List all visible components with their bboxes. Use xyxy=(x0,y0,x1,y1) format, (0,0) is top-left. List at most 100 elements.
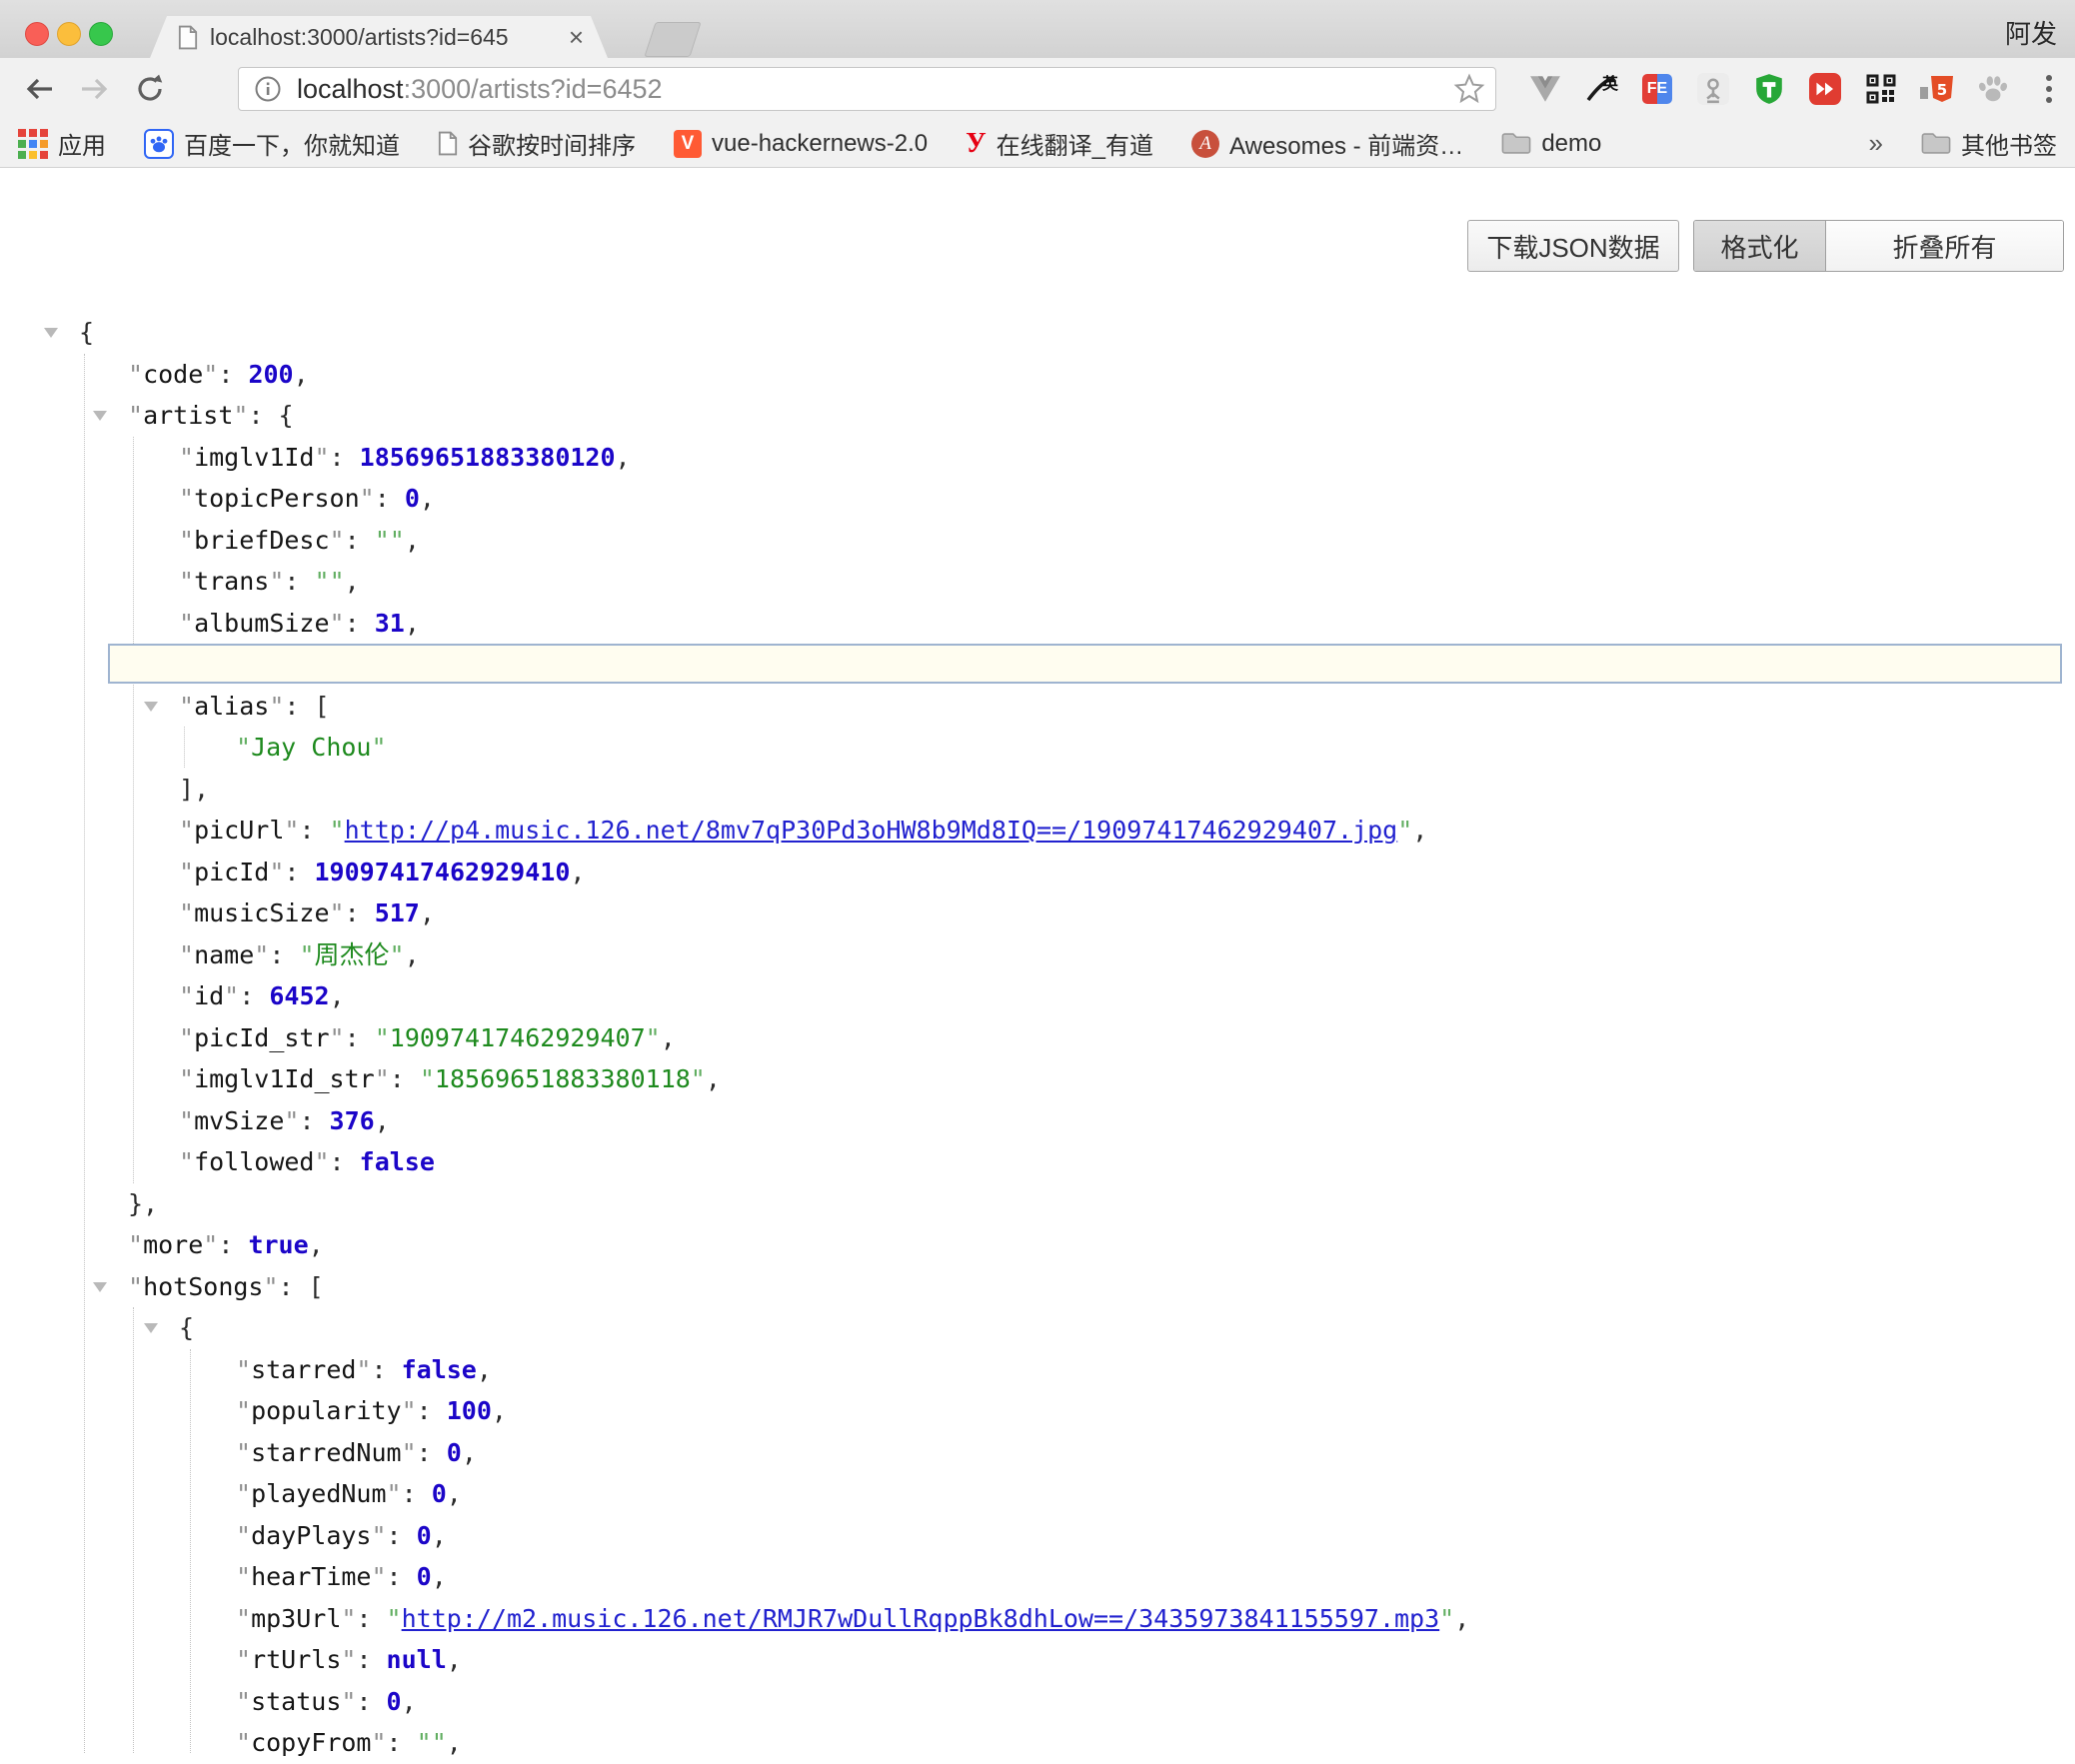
json-url-link[interactable]: http://m2.music.126.net/RMJR7wDullRqppBk… xyxy=(402,1604,1440,1633)
tab-close-icon[interactable]: × xyxy=(569,24,584,50)
browser-menu-icon xyxy=(2045,74,2053,104)
json-url-link[interactable]: http://p4.music.126.net/8mv7qP30Pd3oHW8b… xyxy=(345,816,1398,845)
json-line: "topicPerson": 0, xyxy=(0,478,2075,520)
json-line: "picId_str": "19097417462929407", xyxy=(0,1017,2075,1059)
extension-octotree[interactable] xyxy=(1693,69,1733,109)
format-button[interactable]: 格式化 xyxy=(1694,221,1825,271)
json-line: "albumSize": 31, xyxy=(0,603,2075,645)
back-button[interactable] xyxy=(16,58,64,120)
bookmark-label: 谷歌按时间排序 xyxy=(468,126,636,161)
collapse-triangle-icon[interactable] xyxy=(44,328,58,338)
fe-helper-icon: FE xyxy=(1642,74,1672,104)
apps-grid-icon xyxy=(18,129,48,159)
extension-qr-code[interactable] xyxy=(1861,69,1901,109)
extension-tampermonkey[interactable] xyxy=(1749,69,1789,109)
json-line: "picId": 19097417462929410, xyxy=(0,852,2075,893)
qr-code-icon xyxy=(1866,74,1896,104)
bookmark-item[interactable]: 应用 xyxy=(18,126,106,161)
bookmark-item[interactable]: demo xyxy=(1501,130,1601,158)
json-line: "imglv1Url": "http://p4.music.126.net/Q_… xyxy=(0,644,2075,686)
extension-vue-devtools[interactable] xyxy=(1525,69,1565,109)
collapse-triangle-icon[interactable] xyxy=(93,411,107,421)
extension-video-downloader[interactable] xyxy=(1805,69,1845,109)
view-mode-segmented-control: 格式化 折叠所有 xyxy=(1693,220,2064,272)
json-line: "Jay Chou" xyxy=(0,727,2075,769)
bookmark-item[interactable]: AAwesomes - 前端资… xyxy=(1191,126,1463,161)
collapse-triangle-icon[interactable] xyxy=(93,1282,107,1292)
window-zoom-button[interactable] xyxy=(89,22,113,46)
url-text[interactable]: localhost:3000/artists?id=6452 xyxy=(297,74,663,105)
extension-fe-helper[interactable]: FE xyxy=(1637,69,1677,109)
bookmark-label: vue-hackernews-2.0 xyxy=(712,130,928,158)
json-line: "starredNum": 0, xyxy=(0,1432,2075,1474)
json-line: "code": 200, xyxy=(0,354,2075,396)
extension-saladict-translate[interactable]: 英 xyxy=(1581,69,1621,109)
bookmark-item[interactable]: 百度一下，你就知道 xyxy=(144,126,400,161)
bookmark-label: 其他书签 xyxy=(1961,126,2057,161)
browser-tab[interactable]: localhost:3000/artists?id=645 × xyxy=(150,16,608,58)
json-line: "more": true, xyxy=(0,1224,2075,1266)
bookmarks-overflow-chevron[interactable]: » xyxy=(1869,128,1883,159)
bookmark-item[interactable]: Vvue-hackernews-2.0 xyxy=(674,130,928,158)
download-json-button[interactable]: 下载JSON数据 xyxy=(1467,220,1679,272)
bookmark-item[interactable]: 谷歌按时间排序 xyxy=(438,126,636,161)
json-line: "name": "周杰伦", xyxy=(0,934,2075,976)
json-line: { xyxy=(0,1307,2075,1349)
baidu-paw-icon xyxy=(144,129,174,159)
collapse-triangle-icon[interactable] xyxy=(144,1323,158,1333)
reload-button[interactable] xyxy=(126,58,174,120)
html5-icon: 5 xyxy=(1920,75,1954,103)
json-line: "playedNum": 0, xyxy=(0,1473,2075,1515)
extension-crx-paw[interactable] xyxy=(1973,69,2013,109)
json-line: "dayPlays": 0, xyxy=(0,1515,2075,1557)
json-tree: {"code": 200,"artist": {"imglv1Id": 1856… xyxy=(0,312,2075,1753)
window-minimize-button[interactable] xyxy=(57,22,81,46)
json-line: "briefDesc": "", xyxy=(0,520,2075,562)
extension-html5-outliner[interactable]: 5 xyxy=(1917,69,1957,109)
paw-icon xyxy=(1977,74,2009,104)
json-line: "hearTime": 0, xyxy=(0,1556,2075,1598)
collapse-triangle-icon[interactable] xyxy=(144,702,158,712)
person-icon xyxy=(1697,73,1729,105)
shield-icon xyxy=(1754,73,1784,105)
new-tab-button[interactable] xyxy=(644,22,701,57)
json-line: "popularity": 100, xyxy=(0,1390,2075,1432)
json-line: "hotSongs": [ xyxy=(0,1266,2075,1308)
json-line: "imglv1Id_str": "18569651883380118", xyxy=(0,1058,2075,1100)
json-line: "rtUrls": null, xyxy=(0,1639,2075,1681)
bookmark-label: 在线翻译_有道 xyxy=(997,126,1153,161)
json-line: "starred": false, xyxy=(0,1349,2075,1391)
vue-devtools-icon xyxy=(1529,75,1561,103)
json-line: ], xyxy=(0,769,2075,811)
window-close-button[interactable] xyxy=(25,22,49,46)
bookmarks-bar: 应用 百度一下，你就知道 谷歌按时间排序 Vvue-hackernews-2.0 У 在线… xyxy=(0,120,2075,168)
toolbar: localhost:3000/artists?id=6452 英 FE 5 xyxy=(0,58,2075,120)
json-line: "musicSize": 517, xyxy=(0,892,2075,934)
folder-icon xyxy=(1921,132,1951,155)
forward-button[interactable] xyxy=(70,58,118,120)
browser-menu-button[interactable] xyxy=(2029,69,2069,109)
profile-name[interactable]: 阿发 xyxy=(2005,14,2057,51)
other-bookmarks-folder[interactable]: 其他书签 xyxy=(1921,126,2057,161)
youdao-icon: У xyxy=(966,128,987,160)
site-info-icon[interactable] xyxy=(255,76,281,102)
page-favicon-icon xyxy=(178,25,198,50)
bookmark-star-icon[interactable] xyxy=(1453,73,1485,110)
page-content: 下载JSON数据 格式化 折叠所有 {"code": 200,"artist":… xyxy=(0,168,2075,1753)
json-line: { xyxy=(0,312,2075,354)
json-line: }, xyxy=(0,1183,2075,1225)
json-line: "status": 0, xyxy=(0,1681,2075,1723)
json-line: "alias": [ xyxy=(0,686,2075,728)
bookmark-label: 百度一下，你就知道 xyxy=(184,126,400,161)
address-bar[interactable]: localhost:3000/artists?id=6452 xyxy=(238,67,1496,111)
folder-icon xyxy=(1501,132,1531,155)
tab-title: localhost:3000/artists?id=645 xyxy=(210,24,563,51)
video-play-icon xyxy=(1809,73,1841,105)
vue-favicon-icon: V xyxy=(674,130,702,158)
json-line: "id": 6452, xyxy=(0,975,2075,1017)
bookmark-item[interactable]: У 在线翻译_有道 xyxy=(966,126,1153,161)
extensions-row: 英 FE 5 xyxy=(1525,58,2069,120)
awesomes-icon: A xyxy=(1191,130,1219,158)
collapse-all-button[interactable]: 折叠所有 xyxy=(1825,221,2063,271)
json-url-link[interactable]: http://p4.music.126.net/Q_ExePNkmqB2yWyL… xyxy=(390,650,1443,679)
